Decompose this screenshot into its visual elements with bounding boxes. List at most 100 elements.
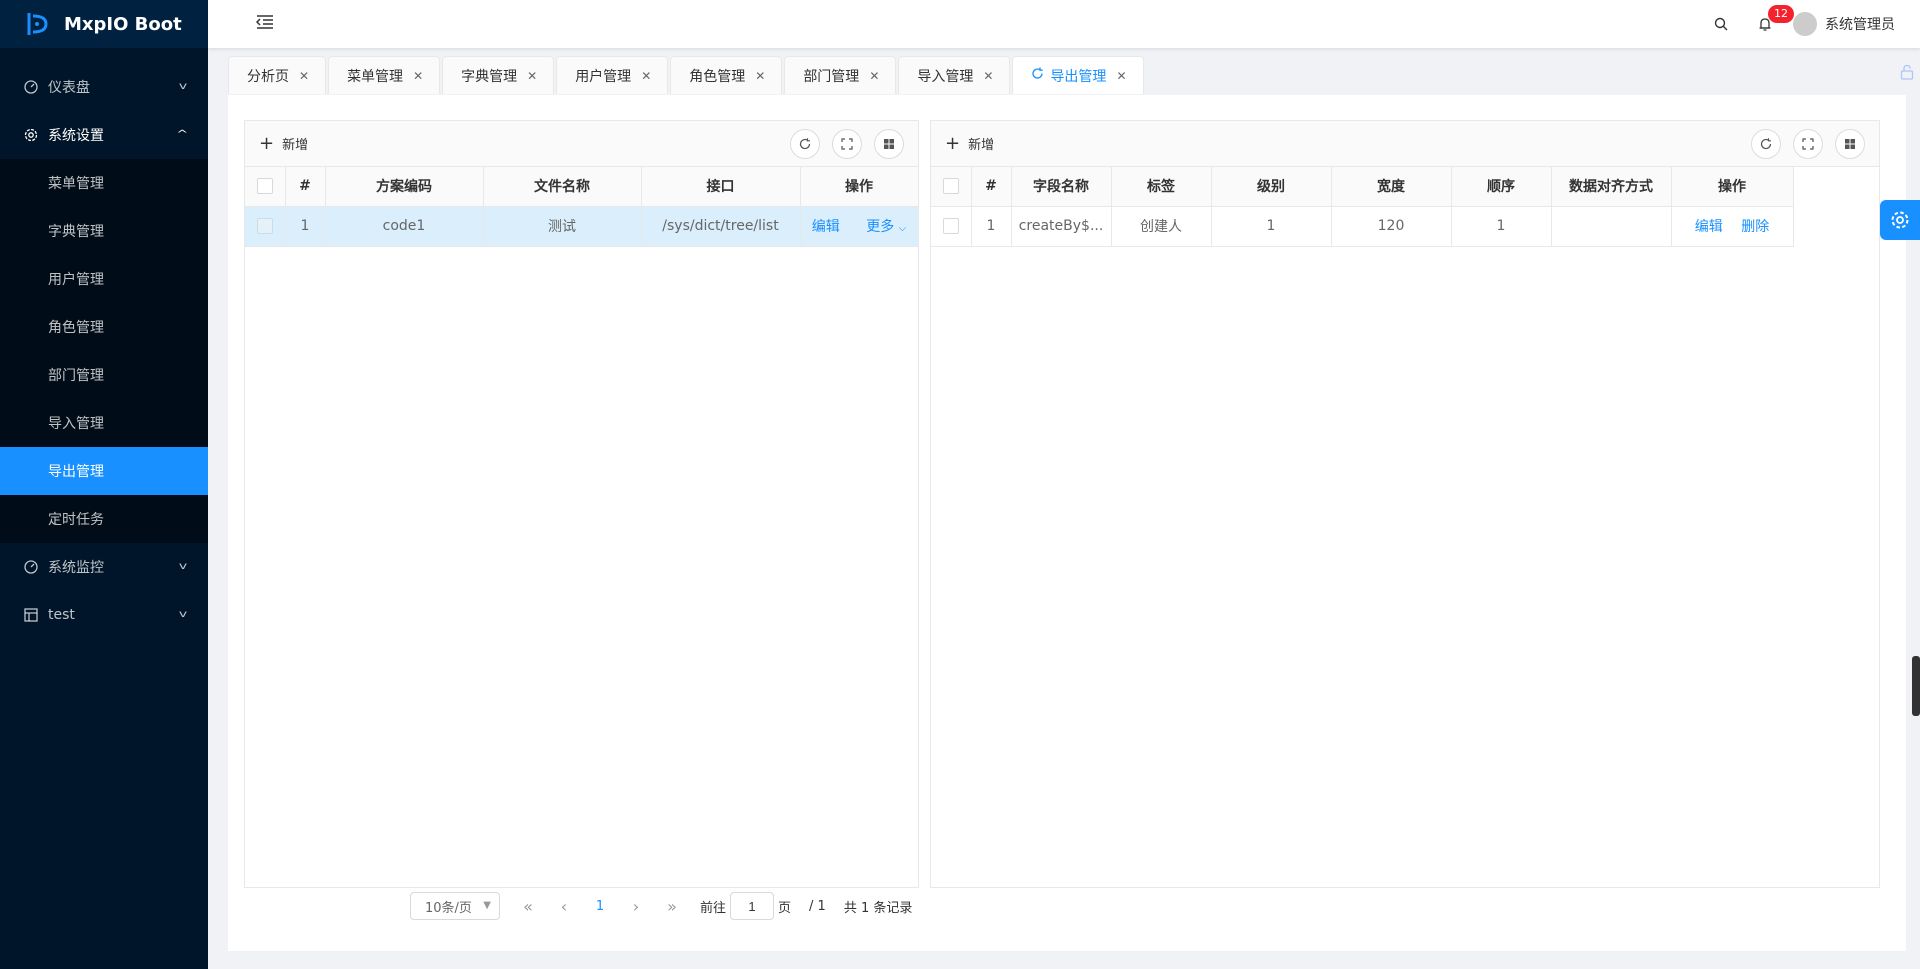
column-header: 标签: [1111, 167, 1212, 207]
add-field-button[interactable]: + 新增: [945, 134, 994, 153]
refresh-button[interactable]: [790, 128, 820, 159]
first-page-button[interactable]: «: [510, 897, 546, 916]
row-index: 1: [971, 206, 1012, 247]
search-button[interactable]: [1699, 0, 1743, 48]
row-checkbox-cell[interactable]: [931, 206, 972, 247]
api-path: /sys/dict/tree/list: [641, 206, 801, 247]
scroll-handle[interactable]: [1912, 656, 1920, 716]
column-settings-button[interactable]: [1835, 128, 1865, 159]
right-toolbar: + 新增: [931, 121, 1879, 167]
tab-analysis[interactable]: 分析页 ✕: [228, 56, 327, 94]
tab-label: 分析页: [247, 68, 289, 85]
fullscreen-button[interactable]: [1793, 128, 1823, 159]
more-label: 更多: [866, 219, 895, 235]
search-icon: [1714, 17, 1728, 31]
more-dropdown[interactable]: 更多 ⌵: [866, 219, 906, 235]
logo[interactable]: MxpIO Boot: [0, 0, 208, 48]
close-icon[interactable]: ✕: [869, 69, 879, 83]
settings-drawer-button[interactable]: [1880, 200, 1920, 240]
sidebar-item-label: test: [48, 607, 75, 623]
sidebar-item-dept-mgmt[interactable]: 部门管理: [0, 351, 208, 399]
refresh-button[interactable]: [1751, 128, 1781, 159]
fullscreen-icon: [841, 137, 853, 150]
select-all-checkbox[interactable]: [256, 178, 273, 195]
delete-link[interactable]: 删除: [1741, 219, 1769, 235]
sidebar-menu: 仪表盘 v 系统设置 ^ 菜单管理 字典管理 用户管理 角色管理 部门管理 导入…: [0, 63, 208, 639]
reload-icon[interactable]: [1031, 67, 1044, 84]
tab-user-mgmt[interactable]: 用户管理 ✕: [556, 56, 669, 94]
sidebar-item-dict-mgmt[interactable]: 字典管理: [0, 207, 208, 255]
tab-import-mgmt[interactable]: 导入管理 ✕: [898, 56, 1011, 94]
tab-dict-mgmt[interactable]: 字典管理 ✕: [442, 56, 555, 94]
field-order: 1: [1451, 206, 1552, 247]
layout-icon: [1845, 138, 1855, 149]
sidebar: MxpIO Boot 仪表盘 v 系统设置 ^ 菜单管理 字典管理 用户管理 角…: [0, 0, 208, 969]
close-icon[interactable]: ✕: [299, 69, 309, 83]
sidebar-item-scheduled-tasks[interactable]: 定时任务: [0, 495, 208, 543]
select-all-cell[interactable]: [931, 167, 972, 207]
tab-export-mgmt[interactable]: 导出管理 ✕: [1012, 56, 1144, 94]
edit-link[interactable]: 编辑: [812, 219, 840, 235]
sidebar-item-test[interactable]: test v: [0, 591, 208, 639]
tab-bar: 分析页 ✕ 菜单管理 ✕ 字典管理 ✕ 用户管理 ✕ 角色管理 ✕ 部门管理 ✕ 导入管理 ✕…: [228, 56, 1146, 94]
column-header: 操作: [1671, 167, 1794, 207]
sidebar-item-import-mgmt[interactable]: 导入管理: [0, 399, 208, 447]
close-icon[interactable]: ✕: [755, 69, 765, 83]
layout-icon: [884, 138, 894, 149]
close-icon[interactable]: ✕: [527, 69, 537, 83]
refresh-icon: [799, 137, 811, 149]
caret-down-icon: ▼: [483, 900, 491, 911]
row-checkbox-cell[interactable]: [245, 206, 286, 247]
tab-dept-mgmt[interactable]: 部门管理 ✕: [784, 56, 897, 94]
close-icon[interactable]: ✕: [413, 69, 423, 83]
add-scheme-button[interactable]: + 新增: [259, 134, 308, 153]
next-page-button[interactable]: ›: [618, 897, 654, 916]
select-all-checkbox[interactable]: [942, 178, 959, 195]
menu-fold-icon[interactable]: [255, 14, 274, 35]
goto-page-input[interactable]: [730, 892, 775, 920]
add-label: 新增: [968, 138, 995, 153]
tab-label: 用户管理: [575, 68, 632, 85]
page-size-select[interactable]: 10条/页 ▼: [410, 892, 500, 920]
notification-button[interactable]: 12: [1743, 0, 1794, 48]
sidebar-item-dashboard[interactable]: 仪表盘 v: [0, 63, 208, 111]
sidebar-item-role-mgmt[interactable]: 角色管理: [0, 303, 208, 351]
sidebar-item-label: 定时任务: [48, 512, 104, 528]
last-page-button[interactable]: »: [654, 897, 690, 916]
close-icon[interactable]: ✕: [641, 69, 651, 83]
column-settings-button[interactable]: [874, 128, 904, 159]
column-header: 文件名称: [483, 167, 642, 207]
table-row[interactable]: 1 createBy$... 创建人 1 120 1 编辑 删除: [931, 206, 1794, 247]
sidebar-item-menu-mgmt[interactable]: 菜单管理: [0, 159, 208, 207]
field-width: 120: [1331, 206, 1452, 247]
main-content: + 新增 # 方案编码 文件名称 接口 操作 1 code1 测试 /sys/d…: [228, 95, 1906, 951]
page-number[interactable]: 1: [582, 899, 618, 914]
fullscreen-button[interactable]: [832, 128, 862, 159]
field-name: createBy$...: [1011, 206, 1112, 247]
sidebar-item-system-settings[interactable]: 系统设置 ^: [0, 111, 208, 159]
total-pages: / 1: [809, 898, 826, 914]
row-checkbox[interactable]: [942, 218, 959, 234]
table-row[interactable]: 1 code1 测试 /sys/dict/tree/list 编辑 更多 ⌵: [245, 206, 919, 247]
tab-menu-mgmt[interactable]: 菜单管理 ✕: [328, 56, 441, 94]
close-icon[interactable]: ✕: [1116, 69, 1126, 83]
row-checkbox[interactable]: [256, 218, 273, 234]
tab-role-mgmt[interactable]: 角色管理 ✕: [670, 56, 783, 94]
user-menu[interactable]: 系统管理员: [1793, 12, 1895, 36]
sidebar-item-user-mgmt[interactable]: 用户管理: [0, 255, 208, 303]
sidebar-item-export-mgmt[interactable]: 导出管理: [0, 447, 208, 495]
sidebar-item-system-monitor[interactable]: 系统监控 v: [0, 543, 208, 591]
goto-prefix: 前往: [700, 900, 727, 916]
notification-badge: 12: [1768, 5, 1794, 23]
prev-page-button[interactable]: ‹: [546, 897, 582, 916]
app-root: MxpIO Boot 仪表盘 v 系统设置 ^ 菜单管理 字典管理 用户管理 角…: [0, 0, 1920, 969]
close-icon[interactable]: ✕: [983, 69, 993, 83]
tab-label: 角色管理: [689, 68, 746, 85]
plus-icon: +: [945, 132, 961, 154]
lock-icon[interactable]: [1900, 64, 1914, 84]
plus-icon: +: [259, 132, 275, 154]
column-header: #: [971, 167, 1012, 207]
edit-link[interactable]: 编辑: [1695, 219, 1723, 235]
select-all-cell[interactable]: [245, 167, 286, 207]
table-header-row: # 字段名称 标签 级别 宽度 顺序 数据对齐方式 操作: [931, 167, 1794, 207]
